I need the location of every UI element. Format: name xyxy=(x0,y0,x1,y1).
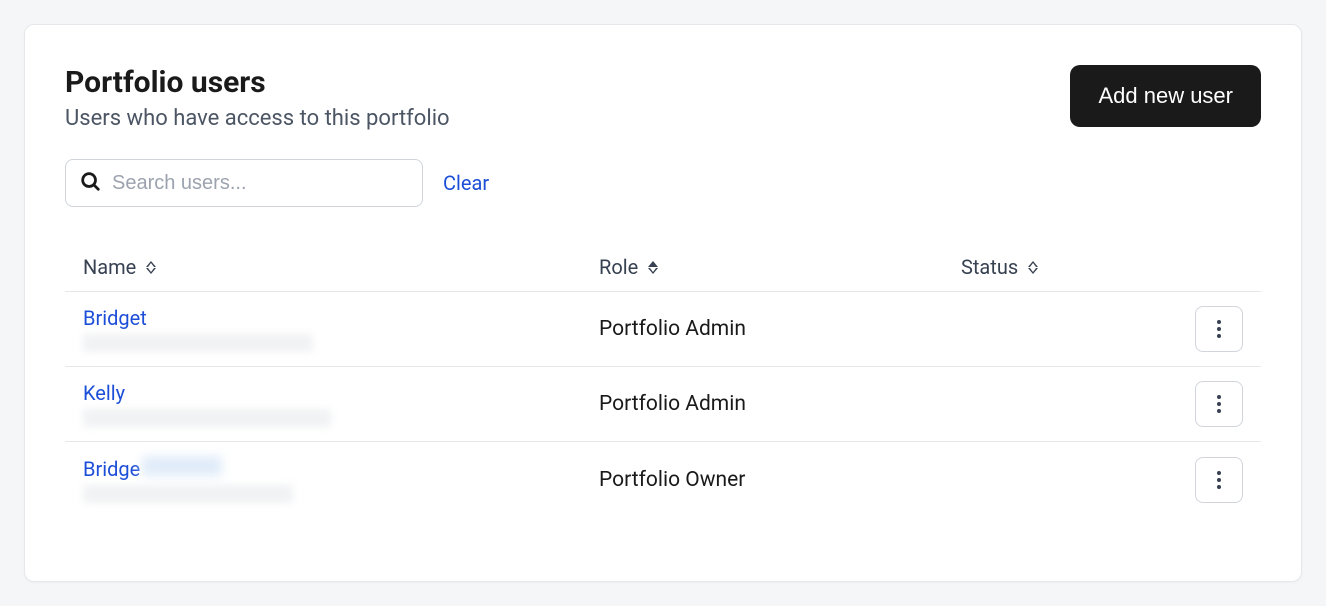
search-wrapper xyxy=(65,159,423,207)
sort-icon xyxy=(1028,261,1038,274)
more-vertical-icon xyxy=(1217,320,1221,338)
clear-search-link[interactable]: Clear xyxy=(443,171,489,195)
header-row: Portfolio users Users who have access to… xyxy=(65,65,1261,131)
column-header-status[interactable]: Status xyxy=(961,255,1183,279)
user-email-redacted xyxy=(83,409,331,427)
more-vertical-icon xyxy=(1217,471,1221,489)
user-name-redacted xyxy=(142,456,222,476)
table-header-row: Name Role Status xyxy=(65,243,1261,292)
user-role: Portfolio Owner xyxy=(599,468,745,492)
user-email-redacted xyxy=(83,334,313,352)
user-name-link[interactable]: Bridge xyxy=(83,456,599,481)
column-header-name[interactable]: Name xyxy=(83,255,599,279)
column-header-role[interactable]: Role xyxy=(599,255,961,279)
user-role: Portfolio Admin xyxy=(599,392,746,416)
users-table: Name Role Status xyxy=(65,243,1261,517)
more-vertical-icon xyxy=(1217,395,1221,413)
user-name-link[interactable]: Bridget xyxy=(83,306,599,330)
sort-icon-active-asc xyxy=(648,261,658,274)
add-new-user-button[interactable]: Add new user xyxy=(1070,65,1261,127)
search-row: Clear xyxy=(65,159,1261,207)
page-title: Portfolio users xyxy=(65,65,450,100)
user-role: Portfolio Admin xyxy=(599,317,746,341)
row-actions-button[interactable] xyxy=(1195,306,1243,352)
row-actions-button[interactable] xyxy=(1195,457,1243,503)
search-icon xyxy=(79,170,101,196)
row-actions-button[interactable] xyxy=(1195,381,1243,427)
table-row: Kelly Portfolio Admin xyxy=(65,367,1261,442)
user-name-link[interactable]: Kelly xyxy=(83,381,599,405)
search-input[interactable] xyxy=(65,159,423,207)
user-email-redacted xyxy=(83,485,293,503)
header-text: Portfolio users Users who have access to… xyxy=(65,65,450,131)
portfolio-users-card: Portfolio users Users who have access to… xyxy=(24,24,1302,582)
column-header-name-label: Name xyxy=(83,255,136,279)
table-row: Bridget Portfolio Admin xyxy=(65,292,1261,367)
table-row: Bridge Portfolio Owner xyxy=(65,442,1261,517)
page-subtitle: Users who have access to this portfolio xyxy=(65,106,450,131)
column-header-role-label: Role xyxy=(599,255,638,279)
column-header-status-label: Status xyxy=(961,255,1018,279)
sort-icon xyxy=(146,261,156,274)
